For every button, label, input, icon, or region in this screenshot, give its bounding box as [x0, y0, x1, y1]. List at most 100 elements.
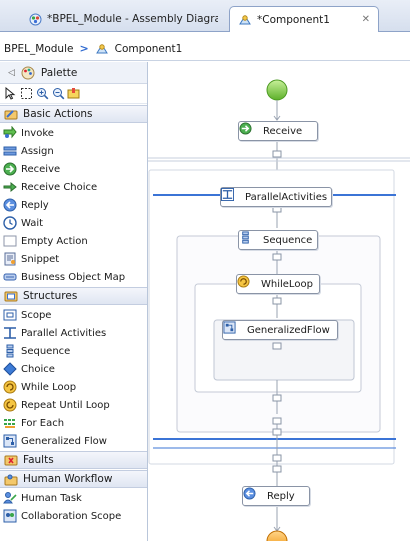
- connector-handle[interactable]: [272, 150, 282, 158]
- palette-item-label: Sequence: [21, 345, 71, 357]
- palette-item-human-task[interactable]: Human Task: [0, 489, 147, 507]
- connector-handle[interactable]: [272, 297, 282, 305]
- palette-item-label: Scope: [21, 309, 52, 321]
- breadcrumb-module[interactable]: BPEL_Module: [4, 43, 73, 55]
- palette: ◁ Palette Basic Actions Invoke Assign Re…: [0, 62, 148, 541]
- drawer-basic-actions[interactable]: Basic Actions: [0, 105, 147, 123]
- breadcrumb: BPEL_Module > Component1: [0, 37, 410, 61]
- palette-item-label: Invoke: [21, 127, 54, 139]
- select-pointer-icon[interactable]: [3, 87, 17, 101]
- generalized-flow-icon: [223, 321, 242, 337]
- business-object-map-icon: [3, 270, 17, 284]
- palette-item-business-object-map[interactable]: Business Object Map: [0, 268, 147, 286]
- drawer-faults[interactable]: Faults: [0, 451, 147, 469]
- activity-label: Receive: [263, 125, 303, 137]
- palette-item-choice[interactable]: Choice: [0, 360, 147, 378]
- palette-item-label: Receive Choice: [21, 181, 98, 193]
- sequence-node[interactable]: Sequence: [238, 230, 318, 250]
- drawer-label: Structures: [23, 290, 78, 302]
- empty-action-icon: [3, 234, 17, 248]
- palette-item-snippet[interactable]: Snippet: [0, 250, 147, 268]
- parallel-activities-node[interactable]: ParallelActivities: [220, 187, 332, 207]
- palette-item-invoke[interactable]: Invoke: [0, 124, 147, 142]
- reply-activity[interactable]: Reply: [242, 486, 310, 506]
- palette-item-for-each[interactable]: For Each: [0, 414, 147, 432]
- for-each-icon: [3, 416, 17, 430]
- palette-item-label: While Loop: [21, 381, 77, 393]
- receive-activity[interactable]: Receive: [238, 121, 318, 141]
- while-loop-node[interactable]: WhileLoop: [236, 274, 320, 294]
- palette-item-scope[interactable]: Scope: [0, 306, 147, 324]
- receive-icon: [239, 122, 258, 138]
- reply-icon: [3, 198, 17, 212]
- collapse-arrow-icon[interactable]: ◁: [8, 68, 15, 78]
- palette-item-label: Wait: [21, 217, 44, 229]
- drawer-human-workflow[interactable]: Human Workflow: [0, 470, 147, 488]
- zoom-in-icon[interactable]: [35, 87, 49, 101]
- while-loop-icon: [237, 275, 256, 291]
- connector-handle[interactable]: [272, 417, 282, 425]
- invoke-icon: [3, 126, 17, 140]
- activity-label: ParallelActivities: [245, 191, 328, 203]
- activity-label: Sequence: [263, 234, 313, 246]
- palette-item-wait[interactable]: Wait: [0, 214, 147, 232]
- palette-toolbar: [0, 84, 147, 104]
- breadcrumb-component[interactable]: Component1: [115, 43, 183, 55]
- generalized-flow-icon: [3, 434, 17, 448]
- palette-item-sequence[interactable]: Sequence: [0, 342, 147, 360]
- drawer-structures[interactable]: Structures: [0, 287, 147, 305]
- palette-item-repeat-until-loop[interactable]: Repeat Until Loop: [0, 396, 147, 414]
- palette-item-label: Generalized Flow: [21, 435, 107, 447]
- palette-item-label: Choice: [21, 363, 55, 375]
- collaboration-scope-icon: [3, 509, 17, 523]
- basic-actions-icon: [4, 107, 18, 121]
- connector-handle[interactable]: [272, 394, 282, 402]
- structures-icon: [4, 289, 18, 303]
- drawer-label: Human Workflow: [23, 473, 113, 485]
- palette-item-assign[interactable]: Assign: [0, 142, 147, 160]
- editor-tab-bar: *BPEL_Module - Assembly Diagram *Compone…: [0, 0, 410, 32]
- breadcrumb-separator: >: [79, 42, 89, 55]
- connector-handle[interactable]: [272, 428, 282, 436]
- palette-item-label: Parallel Activities: [21, 327, 107, 339]
- reply-icon: [243, 487, 262, 503]
- palette-item-label: Receive: [21, 163, 61, 175]
- scope-icon: [3, 308, 17, 322]
- tab-label: *Component1: [257, 13, 330, 26]
- tab-assembly-diagram[interactable]: *BPEL_Module - Assembly Diagram: [20, 6, 218, 32]
- palette-item-label: Assign: [21, 145, 54, 157]
- palette-item-reply[interactable]: Reply: [0, 196, 147, 214]
- zoom-out-icon[interactable]: [51, 87, 65, 101]
- palette-icon: [21, 66, 35, 80]
- palette-item-label: Reply: [21, 199, 49, 211]
- repeat-until-loop-icon: [3, 398, 17, 412]
- human-workflow-icon: [4, 472, 18, 486]
- palette-item-empty-action[interactable]: Empty Action: [0, 232, 147, 250]
- start-node[interactable]: [266, 79, 288, 101]
- drawer-label: Faults: [23, 454, 54, 466]
- palette-item-receive[interactable]: Receive: [0, 160, 147, 178]
- component-icon: [95, 42, 109, 56]
- palette-item-parallel-activities[interactable]: Parallel Activities: [0, 324, 147, 342]
- palette-item-while-loop[interactable]: While Loop: [0, 378, 147, 396]
- tab-component1[interactable]: *Component1 ✕: [229, 6, 379, 32]
- connector-handle[interactable]: [272, 454, 282, 462]
- end-node[interactable]: [266, 530, 288, 541]
- marquee-select-icon[interactable]: [19, 87, 33, 101]
- note-tool-icon[interactable]: [67, 87, 81, 101]
- parallel-activities-icon: [221, 188, 240, 204]
- process-canvas[interactable]: Receive ParallelActivities Sequence Whil…: [148, 62, 410, 541]
- palette-item-receive-choice[interactable]: Receive Choice: [0, 178, 147, 196]
- while-loop-icon: [3, 380, 17, 394]
- connector-handle[interactable]: [272, 465, 282, 473]
- parallel-activities-icon: [3, 326, 17, 340]
- palette-item-collaboration-scope[interactable]: Collaboration Scope: [0, 507, 147, 525]
- close-icon[interactable]: ✕: [362, 14, 370, 25]
- connector-handle[interactable]: [272, 253, 282, 261]
- palette-item-generalized-flow[interactable]: Generalized Flow: [0, 432, 147, 450]
- palette-item-label: Collaboration Scope: [21, 510, 122, 522]
- snippet-icon: [3, 252, 17, 266]
- human-task-icon: [3, 491, 17, 505]
- connector-handle[interactable]: [272, 342, 282, 350]
- generalized-flow-node[interactable]: GeneralizedFlow: [222, 320, 338, 340]
